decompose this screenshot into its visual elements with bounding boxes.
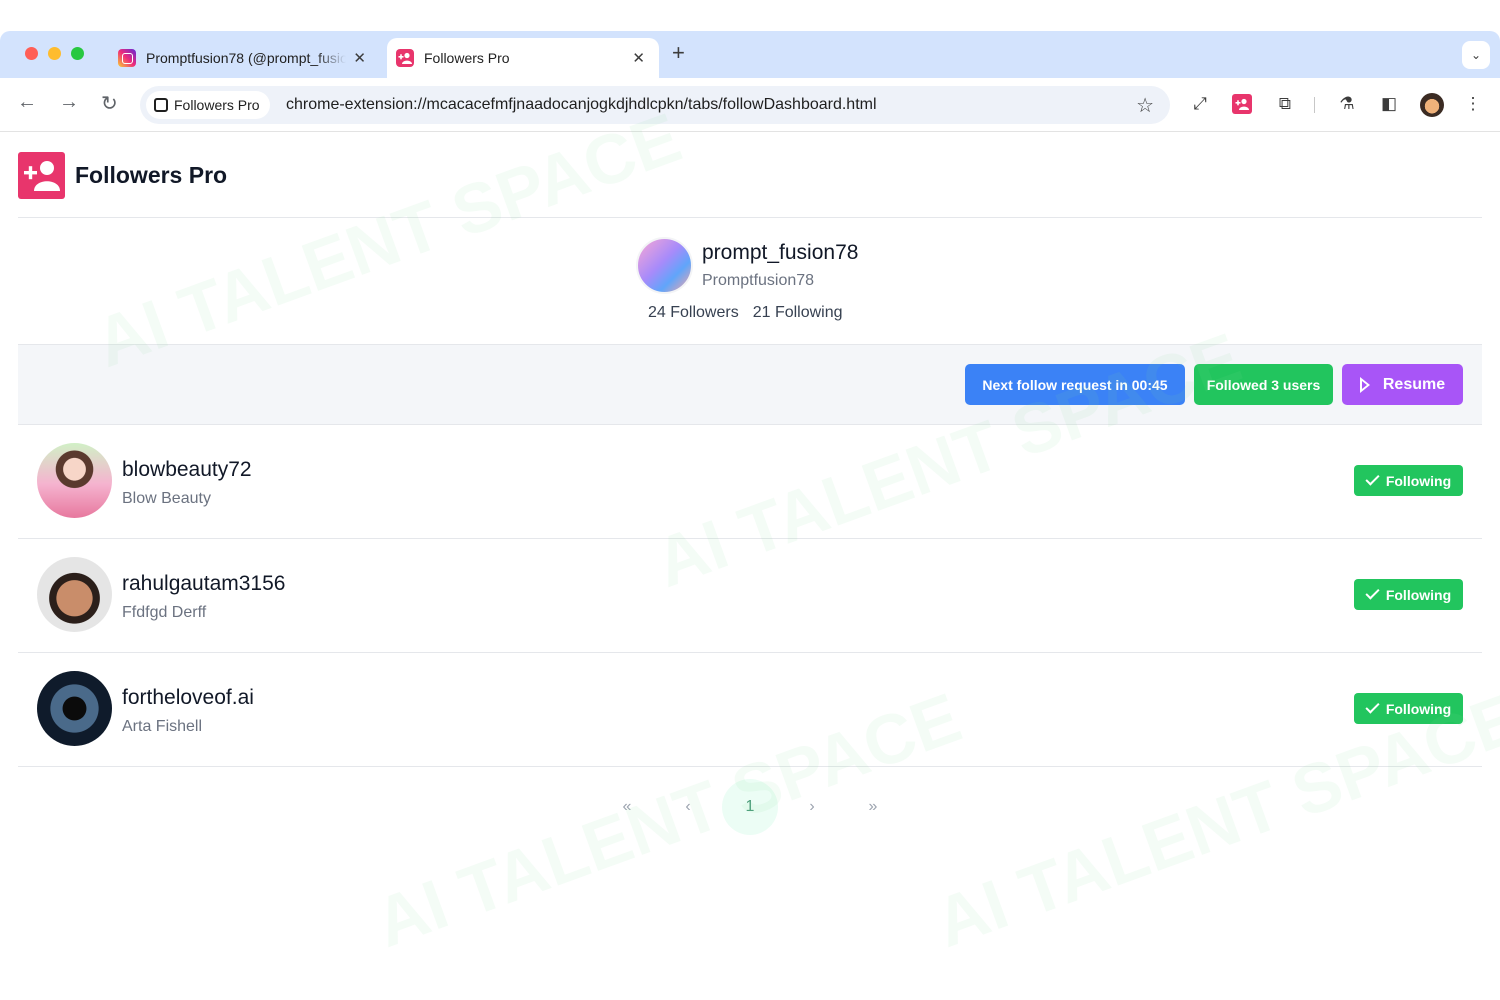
browser-tab-instagram[interactable]: Promptfusion78 (@prompt_fusion78) ✕: [108, 38, 380, 78]
user-display-name: Ffdfgd Derff: [122, 604, 207, 621]
checkmark-icon: [1365, 471, 1380, 486]
side-panel-icon[interactable]: ◧: [1379, 94, 1399, 114]
extensions-puzzle-icon[interactable]: ⧉: [1275, 94, 1295, 114]
following-button[interactable]: Following: [1354, 465, 1463, 496]
next-page-button[interactable]: ›: [784, 779, 840, 835]
labs-flask-icon[interactable]: ⚗: [1337, 94, 1357, 114]
more-menu-icon[interactable]: ⋮: [1463, 94, 1483, 114]
toolbar-divider: [1314, 97, 1315, 113]
reload-icon[interactable]: ↻: [101, 91, 118, 116]
tab-search-icon[interactable]: ⌄: [1462, 41, 1490, 69]
window-close-button[interactable]: [25, 47, 38, 60]
window-minimize-button[interactable]: [48, 47, 61, 60]
followers-pro-extension-icon[interactable]: [1232, 94, 1252, 114]
followed-count-button[interactable]: Followed 3 users: [1194, 364, 1333, 405]
resume-button[interactable]: Resume: [1342, 364, 1463, 405]
followers-pro-logo: [18, 151, 65, 199]
last-page-button[interactable]: »: [845, 779, 901, 835]
followers-count: 24 Followers: [648, 304, 739, 321]
user-row: blowbeauty72 Blow Beauty Following: [18, 425, 1482, 539]
resume-label: Resume: [1382, 375, 1446, 393]
avatar: [37, 671, 112, 746]
profile-avatar-icon[interactable]: [1420, 93, 1444, 117]
user-row: fortheloveof.ai Arta Fishell Following: [18, 653, 1482, 767]
tab-close-icon[interactable]: ✕: [632, 49, 645, 67]
following-label: Following: [1385, 700, 1452, 717]
following-button[interactable]: Following: [1354, 579, 1463, 610]
checkmark-icon: [1365, 585, 1380, 600]
back-icon[interactable]: ←: [17, 91, 37, 114]
following-label: Following: [1385, 586, 1452, 603]
page-button-current[interactable]: 1: [722, 779, 778, 835]
user-display-name: Blow Beauty: [122, 490, 211, 507]
avatar: [37, 443, 112, 518]
browser-tab-followers-pro[interactable]: Followers Pro ✕: [387, 38, 659, 78]
browser-tab-bar: Promptfusion78 (@prompt_fusion78) ✕ Foll…: [0, 31, 1500, 78]
window-maximize-button[interactable]: [71, 47, 84, 60]
next-follow-timer-button[interactable]: Next follow request in 00:45: [965, 364, 1185, 405]
address-bar[interactable]: Followers Pro chrome-extension://mcacace…: [140, 86, 1170, 124]
tab-close-icon[interactable]: ✕: [353, 49, 366, 67]
tab-title: Promptfusion78 (@prompt_fusion78): [146, 50, 346, 66]
new-tab-icon[interactable]: +: [672, 42, 685, 64]
app-header: Followers Pro: [18, 133, 1482, 218]
open-in-window-icon[interactable]: ⤢: [1190, 94, 1210, 114]
user-handle: rahulgautam3156: [122, 572, 286, 595]
pagination: « ‹ 1 › »: [18, 767, 1482, 847]
forward-icon[interactable]: →: [59, 91, 79, 114]
tab-title: Followers Pro: [424, 50, 510, 66]
instagram-icon: [118, 49, 136, 67]
url-text[interactable]: chrome-extension://mcacacefmfjnaadocanjo…: [286, 96, 877, 114]
profile-display-name: Promptfusion78: [702, 272, 815, 289]
avatar: [37, 557, 112, 632]
followers-dashboard: Followers Pro prompt_fusion78 Promptfusi…: [18, 133, 1482, 847]
profile-username: prompt_fusion78: [702, 241, 859, 264]
first-page-button[interactable]: «: [599, 779, 655, 835]
action-bar: Next follow request in 00:45 Followed 3 …: [18, 345, 1482, 425]
user-handle: fortheloveof.ai: [122, 686, 254, 709]
following-button[interactable]: Following: [1354, 693, 1463, 724]
prev-page-button[interactable]: ‹: [660, 779, 716, 835]
following-label: Following: [1385, 472, 1452, 489]
profile-avatar: [636, 237, 693, 294]
browser-toolbar: ← → ↻ Followers Pro chrome-extension://m…: [0, 78, 1500, 132]
user-row: rahulgautam3156 Ffdfgd Derff Following: [18, 539, 1482, 653]
followers-pro-icon: [396, 49, 414, 67]
user-handle: blowbeauty72: [122, 458, 252, 481]
profile-stats: 24 Followers 21 Following: [648, 304, 843, 322]
extension-icon: [154, 98, 168, 112]
site-chip-label: Followers Pro: [174, 97, 260, 113]
app-title: Followers Pro: [75, 161, 228, 188]
checkmark-icon: [1365, 699, 1380, 714]
user-display-name: Arta Fishell: [122, 718, 203, 735]
following-count: 21 Following: [752, 304, 843, 321]
profile-summary: prompt_fusion78 Promptfusion78 24 Follow…: [18, 218, 1482, 345]
site-info-chip[interactable]: Followers Pro: [146, 91, 270, 119]
bookmark-star-icon[interactable]: ☆: [1136, 93, 1154, 118]
